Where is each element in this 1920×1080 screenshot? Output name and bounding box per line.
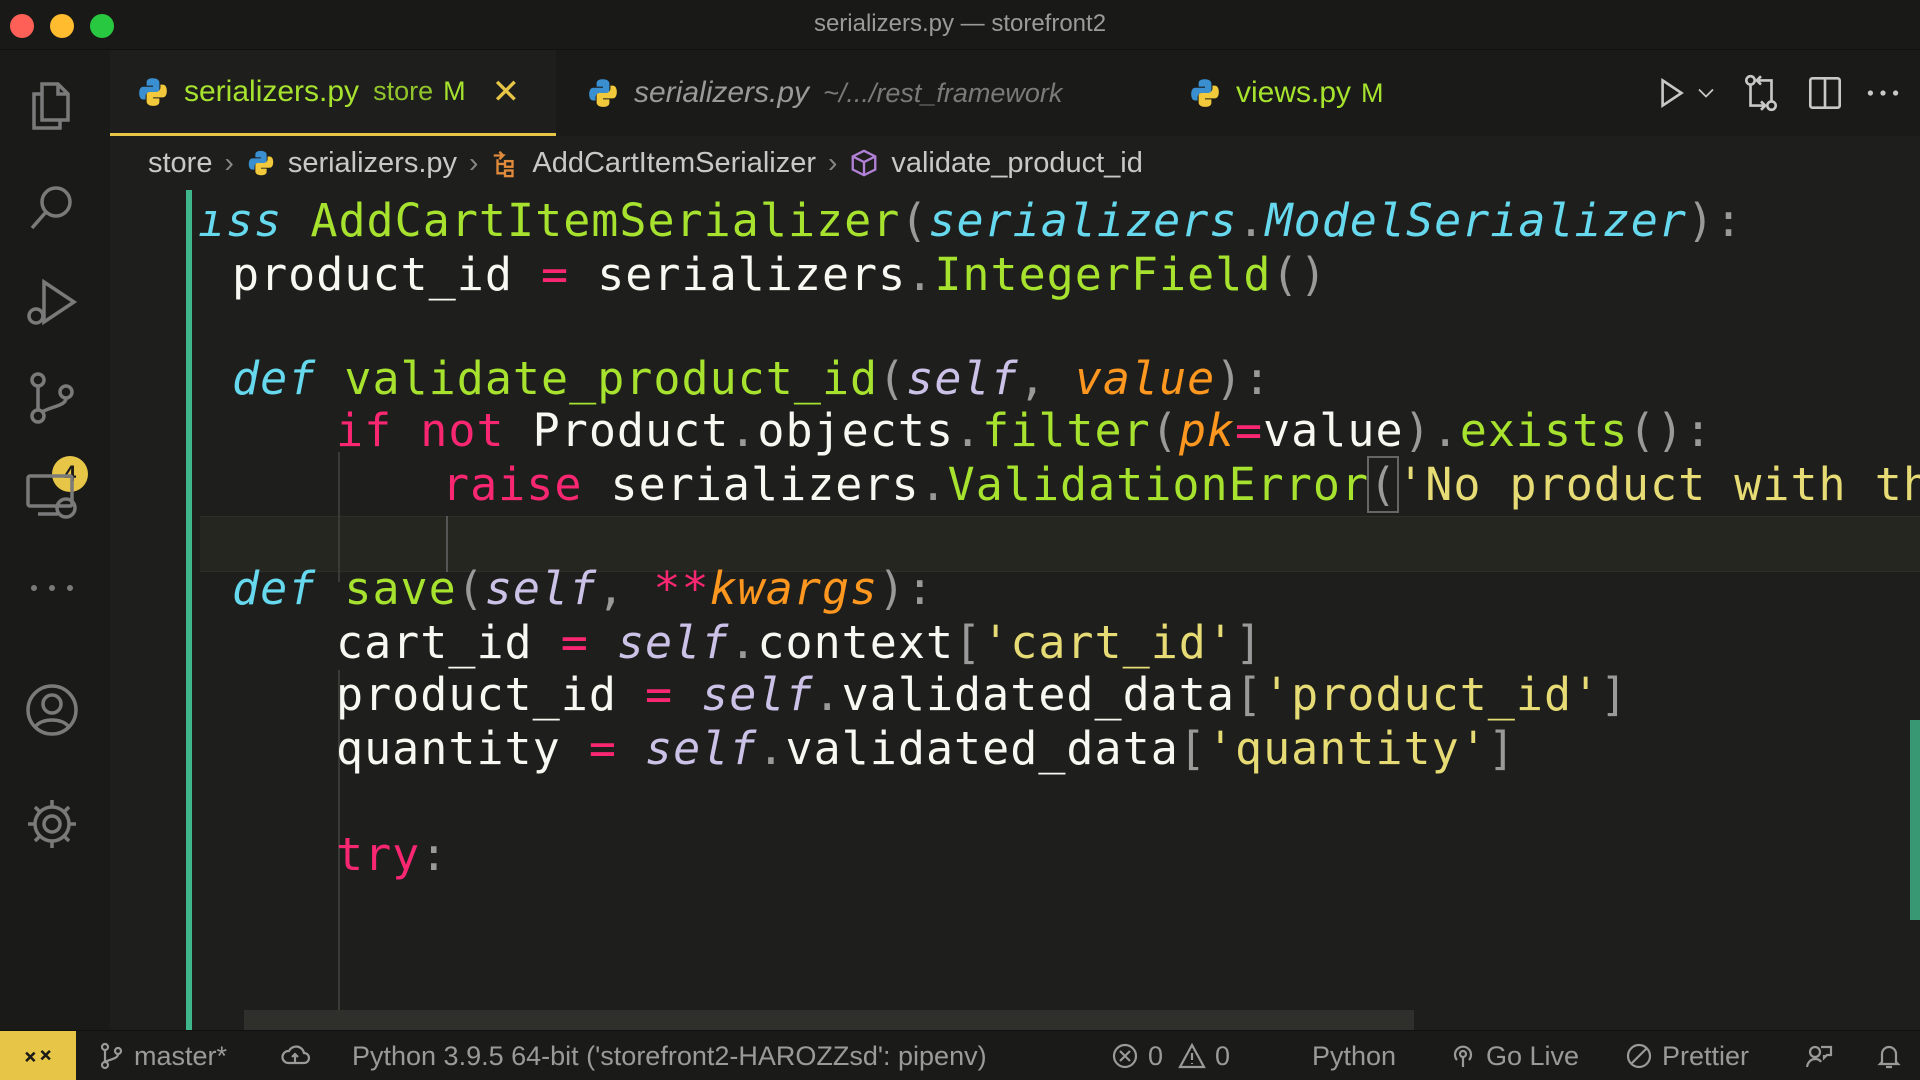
settings-gear-icon[interactable] [22,794,82,854]
python-icon [1191,79,1219,107]
tab-description: ~/.../rest_framework [823,77,1063,108]
interpreter-label: Python 3.9.5 64-bit ('storefront2-HAROZZ… [352,1040,987,1071]
warning-count: 0 [1215,1040,1231,1071]
chevron-right-icon: › [224,147,234,178]
code-line-1: ıss AddCartItemSerializer(serializers.Mo… [198,194,1744,247]
code-line-13: try: [336,828,449,881]
tab-label: serializers.py [184,74,360,108]
class-icon [494,150,515,178]
source-control-icon[interactable] [22,368,82,428]
language-mode[interactable]: Python [1312,1031,1396,1080]
files-icon[interactable] [22,76,82,136]
python-icon [139,77,167,106]
tab-modified-indicator: M [443,76,466,106]
prettier-icon [1626,1043,1652,1069]
account-icon[interactable] [22,680,82,740]
search-icon[interactable] [22,178,82,238]
tab-label: views.py [1236,76,1352,109]
more-icon[interactable] [22,558,82,618]
chevron-down-icon[interactable] [1692,68,1720,118]
breadcrumb-file[interactable]: serializers.py [288,147,457,180]
code-line-10: product_id = self.validated_data['produc… [336,668,1629,721]
notifications-bell-icon[interactable] [1874,1031,1912,1080]
run-icon[interactable] [1650,68,1692,118]
code-editor[interactable]: ıss AddCartItemSerializer(serializers.Mo… [110,190,1920,1030]
code-line-6: raise serializers.ValidationError('No pr… [442,456,1920,513]
sync-icon[interactable] [280,1031,318,1080]
error-count: 0 [1148,1040,1164,1071]
code-line-5: if not Product.objects.filter(pk=value).… [336,404,1713,457]
overview-ruler-marker [1910,720,1920,920]
tab-serializers-rest-framework[interactable]: serializers.py ~/.../rest_framework [586,50,1066,136]
run-debug-icon[interactable] [22,272,82,332]
tab-modified-indicator: M [1361,77,1384,108]
window-title: serializers.py — storefront2 [813,10,1107,37]
horizontal-scrollbar[interactable] [244,1010,1414,1030]
tab-views[interactable]: views.py M [1188,50,1428,136]
remote-indicator[interactable] [0,1031,76,1080]
warning-icon [1178,1042,1206,1069]
chevron-right-icon: › [469,147,479,178]
remote-icon [25,1049,51,1063]
problems-indicator[interactable]: 0 0 [1110,1031,1230,1080]
more-actions-icon[interactable] [1862,68,1904,118]
tab-bar: serializers.py store M ✕ serializers.py … [110,50,1920,136]
title-bar: serializers.py — storefront2 [0,0,1920,50]
prettier-button[interactable]: Prettier [1624,1031,1749,1080]
remote-explorer-icon[interactable] [22,466,82,526]
code-line-11: quantity = self.validated_data['quantity… [336,722,1516,775]
python-icon [589,79,617,107]
python-icon [248,150,273,176]
close-icon[interactable]: ✕ [492,75,521,109]
git-branch-icon [100,1042,123,1070]
chevron-right-icon: › [828,147,838,178]
compare-changes-icon[interactable] [1740,68,1782,118]
breadcrumb-folder[interactable]: store [148,147,212,180]
breadcrumb-method[interactable]: validate_product_id [891,147,1143,180]
breadcrumb: store › serializers.py › AddCartItemSeri… [148,140,1143,186]
code-line-8: def save(self, **kwargs): [232,562,935,615]
branch-name: master* [134,1040,228,1071]
status-bar: master* Python 3.9.5 64-bit ('storefront… [0,1030,1920,1080]
method-icon [851,149,877,177]
code-line-2: product_id = serializers.IntegerField() [232,248,1328,301]
activity-bar: 4 [0,50,110,1030]
feedback-icon[interactable] [1804,1031,1842,1080]
go-live-button[interactable]: Go Live [1448,1031,1579,1080]
tab-serializers-store[interactable]: serializers.py store M ✕ [110,50,556,136]
tab-label: serializers.py [634,76,810,109]
error-icon [1112,1043,1138,1069]
split-editor-icon[interactable] [1804,68,1846,118]
code-line-9: cart_id = self.context['cart_id'] [336,616,1264,669]
git-change-gutter [186,190,192,1030]
broadcast-icon [1453,1045,1473,1067]
code-line-4: def validate_product_id(self, value): [232,352,1272,405]
branch-indicator[interactable]: master* [96,1031,227,1080]
python-interpreter[interactable]: Python 3.9.5 64-bit ('storefront2-HAROZZ… [352,1031,987,1080]
breadcrumb-class[interactable]: AddCartItemSerializer [532,147,816,180]
tab-description: store [373,76,434,106]
